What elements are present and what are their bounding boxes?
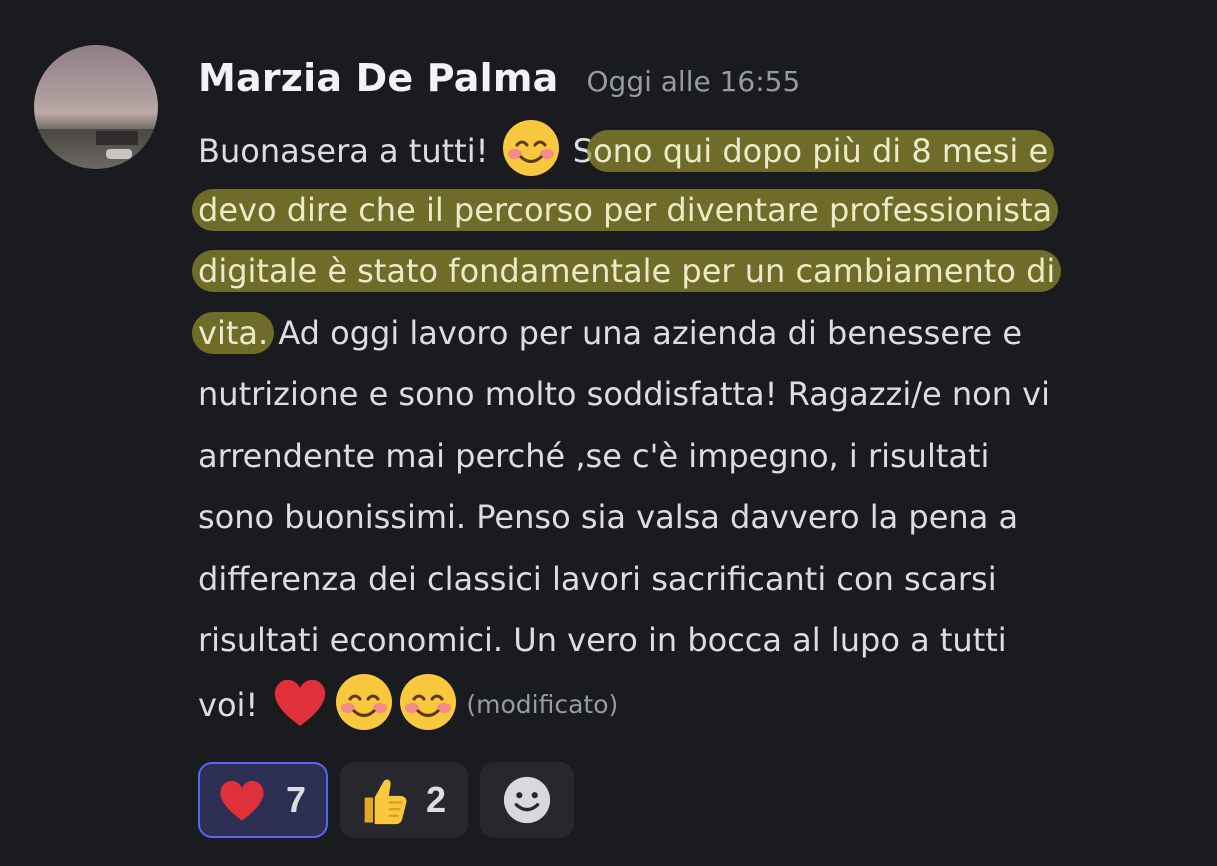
thumbs-up-emoji — [364, 779, 407, 825]
highlighted-text: ono qui dopo più di 8 mesi e — [587, 130, 1055, 172]
message-line: nutrizione e sono molto soddisfatta! Rag… — [198, 375, 1050, 413]
edited-label: (modificato) — [466, 689, 619, 719]
message-line: vita. Ad oggi lavoro per una azienda di … — [192, 303, 1188, 365]
message-body: Buonasera a tutti! Sono qui dopo più di … — [192, 118, 1188, 734]
add-reaction-icon — [503, 776, 551, 824]
avatar[interactable] — [34, 45, 158, 169]
reaction-heart[interactable]: 7 — [198, 762, 329, 838]
author-name[interactable]: Marzia De Palma — [198, 56, 559, 100]
highlighted-text: devo dire che il percorso per diventare … — [192, 188, 1059, 231]
message-header: Marzia De Palma Oggi alle 16:55 — [198, 56, 800, 100]
message-line: devo dire che il percorso per diventare … — [192, 180, 1188, 242]
smiling-blushing-emoji — [336, 673, 393, 730]
line-text: Ad oggi lavoro per una azienda di beness… — [268, 313, 1023, 352]
reaction-count: 7 — [286, 779, 307, 820]
add-reaction-button[interactable] — [480, 762, 575, 838]
line-text: Buonasera a tutti! — [198, 132, 499, 170]
message-line: Buonasera a tutti! Sono qui dopo più di … — [198, 118, 1188, 180]
heart-emoji — [275, 679, 326, 726]
message-line: arrendente mai perché ,se c'è impegno, i… — [198, 436, 990, 475]
chat-message: Marzia De Palma Oggi alle 16:55 Buonaser… — [0, 0, 1217, 866]
reaction-thumbs-up[interactable]: 2 — [340, 762, 469, 838]
message-line: digitale è stato fondamentale per un cam… — [192, 241, 1188, 303]
reactions-bar: 7 2 — [198, 762, 575, 838]
message-timestamp: Oggi alle 16:55 — [586, 65, 801, 98]
message-line: risultati economici. Un vero in bocca al… — [198, 621, 1007, 659]
message-line: differenza dei classici lavori sacrifica… — [198, 559, 997, 598]
highlighted-text: digitale è stato fondamentale per un cam… — [192, 250, 1062, 292]
avatar-building — [96, 131, 138, 145]
smiling-blushing-emoji — [400, 673, 457, 730]
heart-emoji — [220, 780, 264, 821]
highlighted-text: vita. — [192, 311, 275, 354]
reaction-count: 2 — [426, 779, 447, 820]
message-line: voi! (modificato) — [198, 672, 1188, 734]
avatar-car — [106, 149, 132, 159]
smiling-blushing-emoji — [502, 120, 559, 176]
message-line: sono buonissimi. Penso sia valsa davvero… — [198, 498, 1019, 536]
line-text: voi! — [198, 685, 269, 724]
